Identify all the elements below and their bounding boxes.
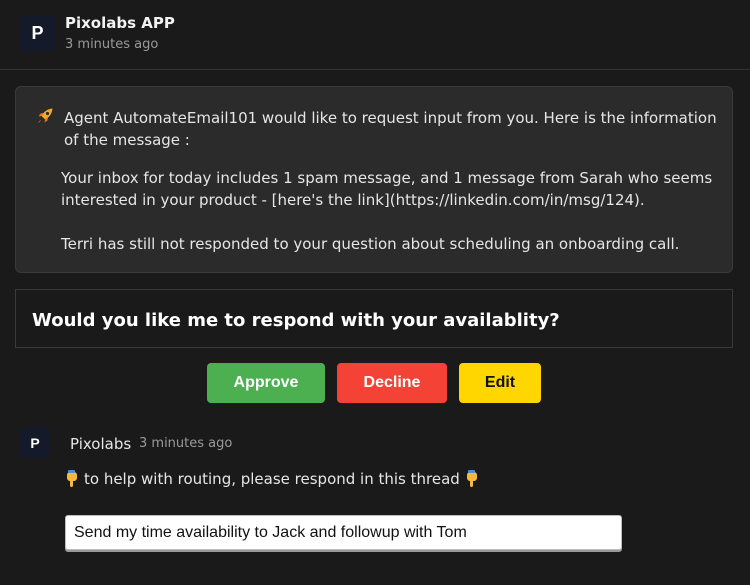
thread-timestamp: 3 minutes ago [139,436,233,451]
agent-request-card: Agent AutomateEmail101 would like to req… [15,86,733,273]
routing-message: to help with routing, please respond in … [65,469,479,489]
decline-button[interactable]: Decline [337,363,447,403]
edit-button[interactable]: Edit [459,363,541,403]
summary-paragraph-terri: Terri has still not responded to your qu… [61,235,680,253]
question-text: Would you like me to respond with your a… [32,310,560,331]
question-box: Would you like me to respond with your a… [15,289,733,348]
app-avatar: P [20,16,55,51]
pointing-down-hand-icon [466,470,477,487]
app-name: Pixolabs APP [65,14,175,32]
rocket-icon [38,108,53,123]
app-header: P Pixolabs APP 3 minutes ago [0,0,750,70]
approve-button[interactable]: Approve [207,363,325,403]
header-timestamp: 3 minutes ago [65,37,159,52]
thread-author: Pixolabs [70,435,132,453]
pointing-down-hand-icon [67,470,77,487]
routing-text: to help with routing, please respond in … [84,470,460,488]
request-intro: Agent AutomateEmail101 would like to req… [64,109,717,149]
summary-paragraph-inbox: Your inbox for today includes 1 spam mes… [61,169,713,209]
message-summary: Your inbox for today includes 1 spam mes… [61,167,721,255]
thread-avatar: P [20,428,50,458]
reply-input[interactable] [65,515,622,550]
